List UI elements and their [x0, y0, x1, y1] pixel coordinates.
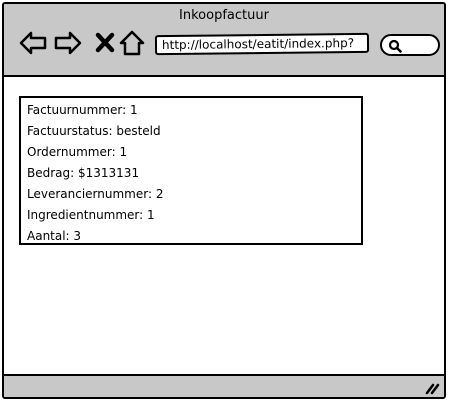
- browser-window: Inkoopfactuur http://localhost/eatit/ind…: [2, 2, 446, 399]
- ingredient-number-text: Ingredientnummer: 1: [27, 208, 155, 222]
- back-arrow-icon[interactable]: [18, 28, 48, 58]
- window-title: Inkoopfactuur: [179, 8, 269, 23]
- invoice-status-text: Factuurstatus: besteld: [27, 124, 161, 138]
- search-field[interactable]: [380, 34, 440, 56]
- search-icon: [388, 39, 402, 53]
- forward-arrow-icon[interactable]: [53, 28, 83, 58]
- page-content: Factuurnummer: 1 Factuurstatus: besteld …: [4, 77, 444, 376]
- amount-text: Bedrag: $1313131: [27, 166, 140, 180]
- browser-toolbar: Inkoopfactuur http://localhost/eatit/ind…: [4, 4, 444, 77]
- resize-grip-icon[interactable]: [424, 379, 440, 395]
- supplier-number-text: Leveranciernummer: 2: [27, 187, 164, 201]
- invoice-number-text: Factuurnummer: 1: [27, 103, 138, 117]
- url-input[interactable]: http://localhost/eatit/index.php?: [154, 32, 370, 56]
- home-icon[interactable]: [118, 28, 148, 58]
- status-bar: [4, 374, 444, 397]
- invoice-details-panel: Factuurnummer: 1 Factuurstatus: besteld …: [19, 96, 363, 245]
- quantity-text: Aantal: 3: [27, 229, 82, 243]
- order-number-text: Ordernummer: 1: [27, 145, 128, 159]
